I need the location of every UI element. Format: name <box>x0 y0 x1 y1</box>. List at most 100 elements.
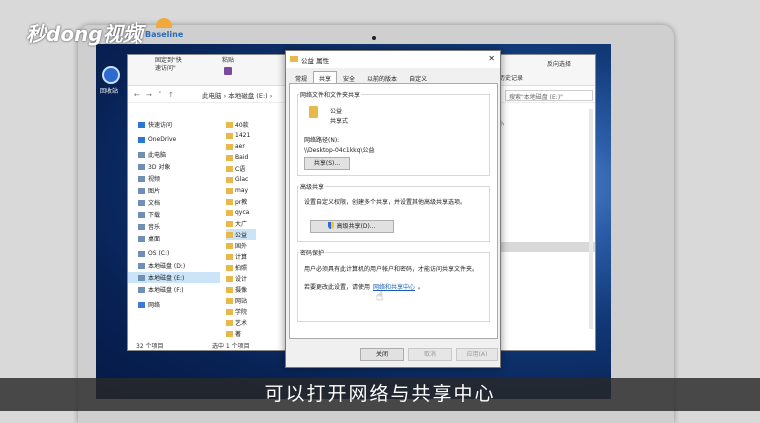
video-subtitle: 可以打开网络与共享中心 <box>0 378 760 411</box>
file-row[interactable]: 大广 <box>226 218 256 229</box>
folder-icon <box>226 176 233 183</box>
recycle-bin-icon[interactable] <box>102 66 120 84</box>
file-name: 计算 <box>235 254 248 261</box>
sidebar-item-label: OneDrive <box>148 136 177 143</box>
dialog-titlebar: 公益 属性 ✕ <box>286 51 500 68</box>
sidebar-item-label: OS (C:) <box>148 250 170 257</box>
file-row[interactable]: 学院 <box>226 306 256 317</box>
password-description: 用户必须具有此计算机的用户帐户和密码，才能访问共享文件夹。 <box>304 266 479 273</box>
dialog-tab[interactable]: 常规 <box>289 71 313 83</box>
ribbon-paste[interactable]: 粘贴 <box>222 57 234 65</box>
folder-icon <box>226 286 233 293</box>
sidebar-item[interactable]: 网络 <box>138 299 160 310</box>
file-name: Baid <box>235 154 249 161</box>
sidebar-item[interactable]: OneDrive <box>138 134 176 145</box>
sidebar-item-label: 3D 对象 <box>148 164 171 171</box>
sidebar-item[interactable]: 视频 <box>138 173 160 184</box>
sidebar-item[interactable]: 快速访问 <box>138 119 172 130</box>
folder-icon <box>226 253 233 260</box>
network-path: \\Desktop-04c1kkq\公益 <box>304 147 375 154</box>
vertical-scrollbar[interactable] <box>589 109 593 329</box>
dialog-tab[interactable]: 安全 <box>337 71 361 83</box>
sidebar-item-label: 下载 <box>148 212 161 219</box>
file-name: may <box>235 187 249 194</box>
sidebar-item[interactable]: OS (C:) <box>138 248 169 259</box>
sidebar-item-label: 网络 <box>148 302 161 309</box>
file-row[interactable]: 著 <box>226 328 256 339</box>
file-row[interactable]: 摄像 <box>226 284 256 295</box>
file-row[interactable]: C语 <box>226 163 256 174</box>
folder-icon <box>226 220 233 227</box>
desktop-icon <box>138 235 145 242</box>
back-arrow-icon[interactable]: ← <box>134 91 140 99</box>
ribbon-invert-selection[interactable]: 反向选择 <box>547 61 571 69</box>
file-name: 设计 <box>235 276 248 283</box>
file-row[interactable]: Glac <box>226 174 256 185</box>
share-button[interactable]: 共享(S)... <box>304 157 350 170</box>
sharing-panel: 网络文件和文件夹共享 公益 共享式 网络路径(N): \\Desktop-04c… <box>289 83 498 339</box>
file-row[interactable]: 网站 <box>226 295 256 306</box>
file-row[interactable]: Baid <box>226 152 256 163</box>
file-row[interactable]: qyca <box>226 207 256 218</box>
dialog-tab[interactable]: 以前的版本 <box>361 71 403 83</box>
folder-icon <box>226 231 233 238</box>
folder-icon <box>226 132 233 139</box>
advanced-share-button[interactable]: 高级共享(D)... <box>310 220 394 233</box>
chevron-down-icon[interactable]: ˅ <box>158 91 162 99</box>
sidebar-item[interactable]: 下载 <box>138 209 160 220</box>
sidebar-item[interactable]: 本地磁盘 (D:) <box>138 260 185 271</box>
file-row[interactable]: 1421 <box>226 130 256 141</box>
folder-icon <box>226 330 233 337</box>
cancel-button[interactable]: 取消 <box>408 348 452 361</box>
brand-logo: 秒dong视频 <box>26 22 143 46</box>
ribbon-pin-quick-access[interactable]: 固定到"快 速访问" <box>155 57 182 73</box>
sidebar-item-label: 桌面 <box>148 236 161 243</box>
folder-icon <box>226 275 233 282</box>
file-row[interactable]: 计算 <box>226 251 256 262</box>
close-dialog-button[interactable]: 关闭 <box>360 348 404 361</box>
network-icon <box>138 301 145 308</box>
file-row[interactable]: 40款 <box>226 119 256 130</box>
dialog-title: 公益 属性 <box>301 57 330 65</box>
sidebar-item[interactable]: 桌面 <box>138 233 160 244</box>
up-arrow-icon[interactable]: ↑ <box>168 91 174 99</box>
file-row[interactable]: 艺术 <box>226 317 256 328</box>
folder-icon <box>226 154 233 161</box>
star-icon <box>138 121 145 128</box>
folder-icon <box>226 187 233 194</box>
sidebar-item[interactable]: 本地磁盘 (F:) <box>138 284 184 295</box>
close-icon[interactable]: ✕ <box>488 54 495 63</box>
drive-icon <box>138 286 145 293</box>
share-name: 公益 <box>330 108 343 115</box>
file-name: aer <box>235 143 245 150</box>
file-row[interactable]: 设计 <box>226 273 256 284</box>
forward-arrow-icon[interactable]: → <box>146 91 152 99</box>
video-icon <box>138 175 145 182</box>
pc-icon <box>138 151 145 158</box>
address-bar[interactable]: 此电脑 › 本地磁盘 (E:) › <box>202 90 272 100</box>
sidebar-item[interactable]: 音乐 <box>138 221 160 232</box>
apply-button[interactable]: 应用(A) <box>456 348 498 361</box>
network-path-label: 网络路径(N): <box>304 137 340 144</box>
file-row[interactable]: 国外 <box>226 240 256 251</box>
file-row[interactable]: aer <box>226 141 256 152</box>
uac-shield-icon <box>328 222 335 229</box>
search-input[interactable]: 搜索"本地磁盘 (E:)" <box>505 90 593 101</box>
cube-icon <box>138 163 145 170</box>
dialog-tab[interactable]: 自定义 <box>403 71 433 83</box>
sidebar-item[interactable]: 此电脑 <box>138 149 166 160</box>
file-row[interactable]: 拍照 <box>226 262 256 273</box>
folder-icon <box>226 308 233 315</box>
change-setting-prefix: 若要更改此设置，请使用 <box>304 284 371 291</box>
laptop-camera <box>372 36 376 40</box>
sidebar-item[interactable]: 文档 <box>138 197 160 208</box>
file-row[interactable]: 公益 <box>226 229 256 240</box>
partner-logo: Baseline <box>145 30 184 39</box>
sidebar-item[interactable]: 本地磁盘 (E:) <box>128 272 220 283</box>
sidebar-item[interactable]: 图片 <box>138 185 160 196</box>
file-row[interactable]: pr教 <box>226 196 256 207</box>
file-row[interactable]: may <box>226 185 256 196</box>
file-name: 学院 <box>235 309 248 316</box>
sidebar-item[interactable]: 3D 对象 <box>138 161 170 172</box>
ribbon-history[interactable]: 历史记录 <box>499 75 523 83</box>
